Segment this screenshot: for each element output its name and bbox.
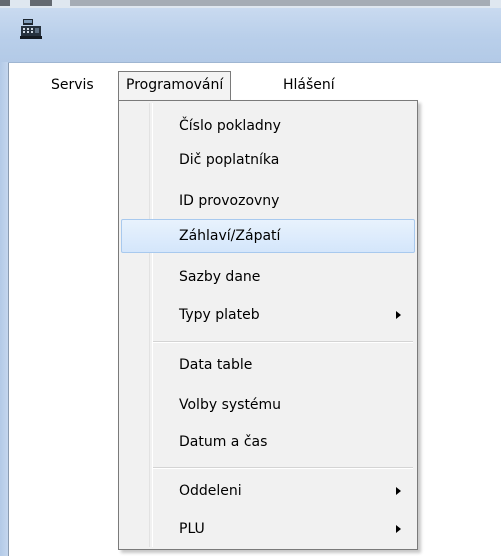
menu-item-label: Oddeleni <box>179 483 242 499</box>
submenu-arrow-icon <box>396 525 401 533</box>
window-left-border <box>0 62 8 556</box>
menu-separator <box>153 467 413 469</box>
menu-item-label: PLU <box>179 521 205 537</box>
menu-item-typy-plateb[interactable]: Typy plateb <box>121 300 415 330</box>
menu-item-dic-poplatnika[interactable]: Dič poplatníka <box>121 145 415 175</box>
menu-item-label: Volby systému <box>179 397 282 413</box>
menu-hlaseni[interactable]: Hlášení <box>276 72 342 99</box>
menu-item-label: Záhlaví/Zápatí <box>179 228 281 244</box>
title-bar <box>0 8 501 63</box>
cash-register-icon <box>20 19 42 39</box>
menu-item-sazby-dane[interactable]: Sazby dane <box>121 262 415 292</box>
menu-programovani[interactable]: Programování <box>118 71 232 100</box>
menu-item-label: Sazby dane <box>179 269 261 285</box>
menu-item-id-provozovny[interactable]: ID provozovny <box>121 186 415 216</box>
menu-item-label: Datum a čas <box>179 434 268 450</box>
menu-item-label: ID provozovny <box>179 193 280 209</box>
menu-item-label: Data table <box>179 357 253 373</box>
menu-item-datum-a-cas[interactable]: Datum a čas <box>121 427 415 457</box>
menu-item-cislo-pokladny[interactable]: Číslo pokladny <box>121 111 415 141</box>
submenu-arrow-icon <box>396 311 401 319</box>
programovani-dropdown: Číslo pokladny Dič poplatníka ID provozo… <box>118 100 418 550</box>
menu-item-zahlavi-zapati[interactable]: Záhlaví/Zápatí <box>121 219 415 253</box>
menu-item-volby-systemu[interactable]: Volby systému <box>121 390 415 420</box>
menu-separator <box>153 341 413 343</box>
menu-item-label: Číslo pokladny <box>179 118 281 134</box>
menu-item-data-table[interactable]: Data table <box>121 350 415 380</box>
menu-item-label: Dič poplatníka <box>179 152 280 168</box>
submenu-arrow-icon <box>396 487 401 495</box>
menu-item-plu[interactable]: PLU <box>121 514 415 544</box>
menu-item-label: Typy plateb <box>179 307 260 323</box>
background-window-strip <box>0 0 501 8</box>
menu-item-oddeleni[interactable]: Oddeleni <box>121 476 415 506</box>
menu-servis[interactable]: Servis <box>44 72 101 99</box>
